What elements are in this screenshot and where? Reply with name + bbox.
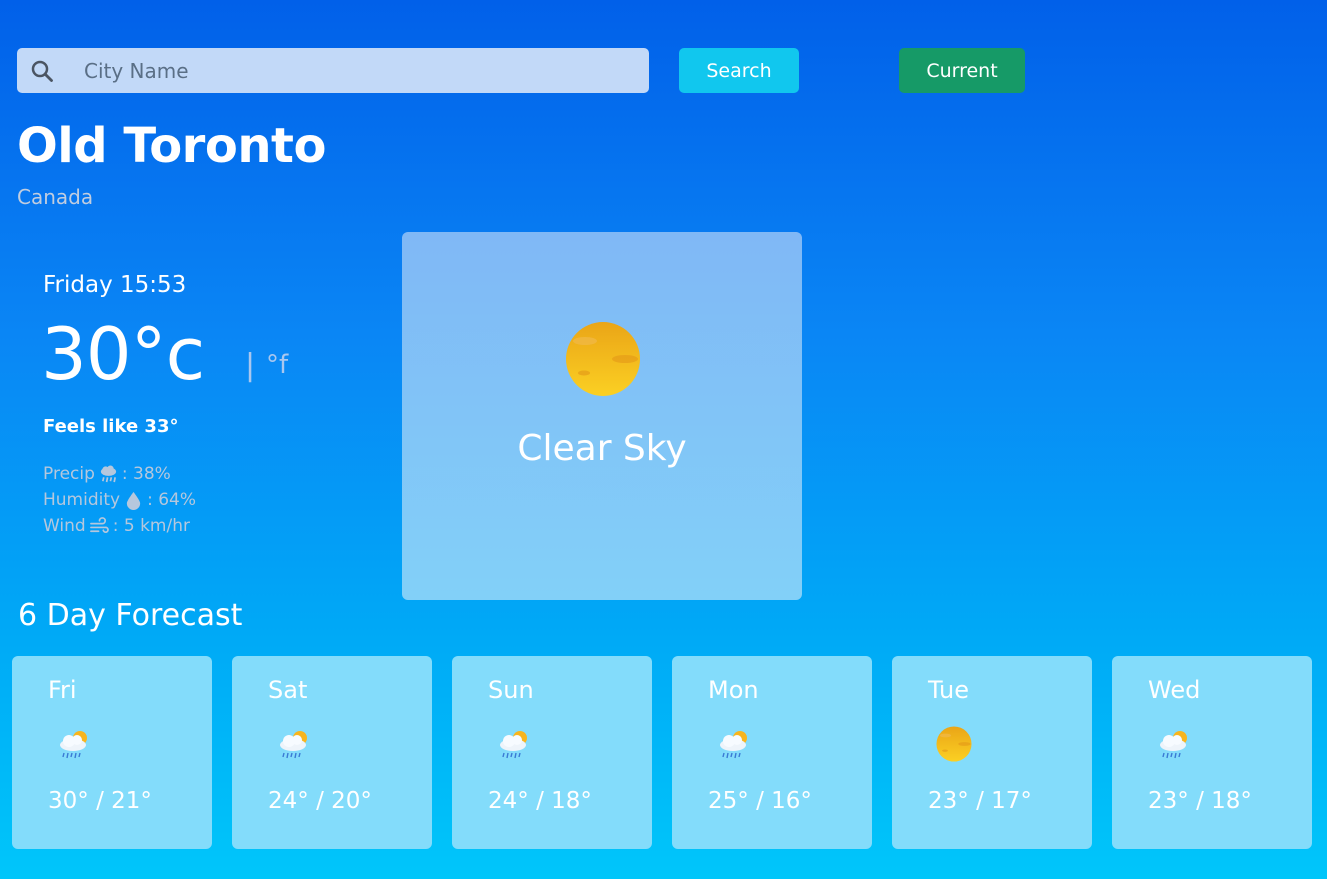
forecast-day: Fri xyxy=(48,676,77,704)
current-location-button[interactable]: Current xyxy=(899,48,1025,93)
sun-icon xyxy=(936,726,972,762)
unit-separator: | xyxy=(245,348,256,383)
search-button[interactable]: Search xyxy=(679,48,799,93)
forecast-card: Tue 23° / 17° xyxy=(892,656,1092,849)
forecast-day: Mon xyxy=(708,676,759,704)
current-condition-card: Clear Sky xyxy=(402,232,802,600)
precip-label: Precip xyxy=(43,464,95,484)
current-datetime: Friday 15:53 xyxy=(43,272,187,298)
wind-value: : 5 km/hr xyxy=(112,516,190,536)
country-name: Canada xyxy=(17,185,94,209)
rain-cloud-icon xyxy=(100,464,116,482)
forecast-day: Sun xyxy=(488,676,534,704)
precip-stat: Precip : 38% xyxy=(43,464,171,484)
wind-stat: Wind : 5 km/hr xyxy=(43,516,190,536)
forecast-temps: 23° / 18° xyxy=(1148,788,1252,814)
humidity-label: Humidity xyxy=(43,490,121,510)
forecast-day: Wed xyxy=(1148,676,1201,704)
forecast-temps: 23° / 17° xyxy=(928,788,1032,814)
humidity-value: : 64% xyxy=(147,490,197,510)
forecast-day: Tue xyxy=(928,676,969,704)
current-temperature: 30°c xyxy=(41,312,205,396)
wind-label: Wind xyxy=(43,516,86,536)
rain-cloud-sun-icon xyxy=(716,726,752,762)
rain-cloud-sun-icon xyxy=(1156,726,1192,762)
rain-cloud-sun-icon xyxy=(496,726,532,762)
sun-icon xyxy=(565,321,641,397)
humidity-stat: Humidity : 64% xyxy=(43,490,196,510)
city-name: Old Toronto xyxy=(17,118,326,174)
search-input[interactable] xyxy=(82,55,626,87)
forecast-day: Sat xyxy=(268,676,308,704)
rain-cloud-sun-icon xyxy=(276,726,312,762)
feels-like: Feels like 33° xyxy=(43,416,179,437)
forecast-card: Fri 30° / 21° xyxy=(12,656,212,849)
search-icon xyxy=(31,60,53,82)
precip-value: : 38% xyxy=(121,464,171,484)
forecast-temps: 30° / 21° xyxy=(48,788,152,814)
forecast-card: Sat 24° / 20° xyxy=(232,656,432,849)
wind-icon xyxy=(89,516,109,533)
forecast-card: Wed 23° / 18° xyxy=(1112,656,1312,849)
forecast-temps: 24° / 18° xyxy=(488,788,592,814)
condition-description: Clear Sky xyxy=(517,428,687,469)
fahrenheit-toggle[interactable]: °f xyxy=(266,350,288,380)
rain-cloud-sun-icon xyxy=(56,726,92,762)
forecast-card: Mon 25° / 16° xyxy=(672,656,872,849)
droplet-icon xyxy=(126,491,141,510)
forecast-title: 6 Day Forecast xyxy=(18,598,243,633)
forecast-temps: 24° / 20° xyxy=(268,788,372,814)
forecast-card: Sun 24° / 18° xyxy=(452,656,652,849)
forecast-temps: 25° / 16° xyxy=(708,788,812,814)
